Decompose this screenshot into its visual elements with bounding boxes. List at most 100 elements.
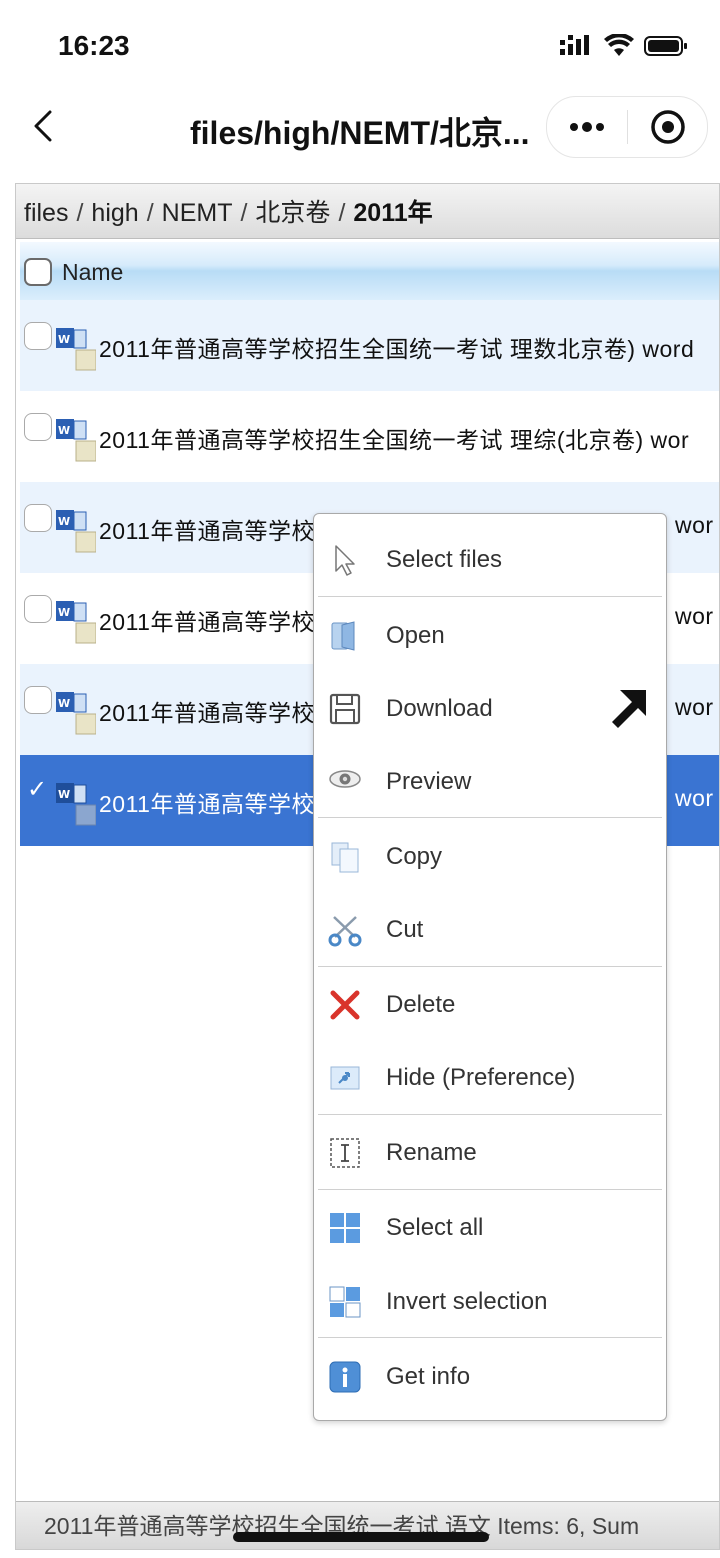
file-name: 2011年普通高等学校 xyxy=(99,791,315,817)
menu-item-rename[interactable]: Rename xyxy=(314,1121,666,1183)
select-all-checkbox[interactable] xyxy=(24,258,52,286)
close-mini-program-button[interactable] xyxy=(628,97,707,157)
menu-divider xyxy=(318,1189,662,1190)
name-column-header[interactable]: Name xyxy=(62,259,123,286)
menu-label: Get info xyxy=(386,1363,471,1390)
select-all-icon xyxy=(330,1213,360,1243)
rename-icon xyxy=(330,1138,360,1168)
menu-divider xyxy=(318,1114,662,1115)
eye-icon xyxy=(329,770,361,788)
menu-divider xyxy=(318,596,662,597)
menu-label: Cut xyxy=(386,916,424,943)
delete-x-icon xyxy=(330,990,360,1020)
svg-text:W: W xyxy=(58,424,70,437)
svg-text:W: W xyxy=(58,788,70,801)
open-folder-icon xyxy=(331,621,355,651)
floppy-disk-icon xyxy=(329,693,361,725)
context-menu: Select files Open Download Preview Copy xyxy=(313,513,667,1421)
svg-text:W: W xyxy=(58,697,70,710)
wifi-icon xyxy=(604,34,634,56)
battery-icon xyxy=(644,36,687,56)
breadcrumb-item[interactable]: 北京卷 xyxy=(255,199,330,227)
menu-label: Download xyxy=(386,695,493,722)
file-name: 2011年普通高等学校 xyxy=(99,609,315,635)
breadcrumb: files / high / NEMT / 北京卷/2011年 xyxy=(16,184,719,239)
file-name-tail: wor xyxy=(675,694,714,720)
breadcrumb-item[interactable]: NEMT xyxy=(162,199,233,227)
row-checkbox[interactable] xyxy=(24,322,52,350)
menu-label: Invert selection xyxy=(386,1288,548,1315)
breadcrumb-separator: / xyxy=(240,199,248,227)
file-name: 2011年普通高等学校招生全国统一考试 理综(北京卷) wor xyxy=(99,427,690,453)
status-time: 16:23 xyxy=(58,30,130,61)
breadcrumb-item[interactable]: high xyxy=(91,199,138,227)
word-document-icon: W xyxy=(56,419,96,462)
mini-program-capsule xyxy=(546,96,708,158)
svg-text:W: W xyxy=(58,606,70,619)
word-document-icon: W xyxy=(56,692,96,735)
menu-label: Copy xyxy=(386,843,443,870)
menu-label: Rename xyxy=(386,1139,477,1166)
file-name-tail: wor xyxy=(675,512,714,538)
breadcrumb-separator: / xyxy=(76,199,84,227)
more-button[interactable] xyxy=(547,97,627,157)
menu-item-select-files[interactable]: Select files xyxy=(314,528,666,590)
breadcrumb-item[interactable]: files xyxy=(24,199,68,227)
breadcrumb-current: 2011年 xyxy=(353,199,433,227)
row-checkbox[interactable] xyxy=(24,595,52,623)
word-document-icon: W xyxy=(56,783,96,826)
info-icon xyxy=(329,1361,361,1393)
pointer-icon xyxy=(335,545,355,576)
menu-item-delete[interactable]: Delete xyxy=(314,973,666,1035)
menu-label: Select files xyxy=(386,546,503,573)
status-icons xyxy=(560,34,688,58)
menu-item-copy[interactable]: Copy xyxy=(314,825,666,887)
back-arrow-icon[interactable] xyxy=(24,106,64,146)
more-dots-icon xyxy=(570,122,604,132)
menu-item-open[interactable]: Open xyxy=(314,604,666,666)
status-bar: 16:23 xyxy=(0,0,720,90)
menu-label: Select all xyxy=(386,1214,484,1241)
row-checkbox[interactable] xyxy=(24,504,52,532)
file-name-tail: wor xyxy=(675,603,714,629)
row-checkbox[interactable] xyxy=(24,686,52,714)
file-row[interactable]: W 2011年普通高等学校招生全国统一考试 理综(北京卷) wor xyxy=(20,391,719,482)
breadcrumb-separator: / xyxy=(338,199,346,227)
word-document-icon: W xyxy=(56,510,96,553)
copy-icon xyxy=(331,842,359,873)
menu-divider xyxy=(318,1337,662,1338)
file-name-tail: wor xyxy=(675,785,714,811)
row-checkmark-icon[interactable]: ✓ xyxy=(24,777,50,803)
breadcrumb-separator: / xyxy=(146,199,154,227)
file-row[interactable]: W 2011年普通高等学校招生全国统一考试 理数北京卷) word xyxy=(20,300,719,391)
invert-selection-icon xyxy=(329,1286,361,1318)
menu-divider xyxy=(318,817,662,818)
menu-label: Hide (Preference) xyxy=(386,1064,576,1091)
menu-item-select-all[interactable]: Select all xyxy=(314,1196,666,1258)
word-document-icon: W xyxy=(56,601,96,644)
menu-divider xyxy=(318,966,662,967)
file-name: 2011年普通高等学校招生全国统一考试 理数北京卷) word xyxy=(99,336,695,362)
menu-label: Preview xyxy=(386,768,472,795)
file-name: 2011年普通高等学校 xyxy=(99,518,315,544)
file-name: 2011年普通高等学校 xyxy=(99,700,315,726)
menu-item-hide[interactable]: Hide (Preference) xyxy=(314,1046,666,1108)
nav-title: files/high/NEMT/北京... xyxy=(190,115,530,151)
cellular-signal-icon xyxy=(560,35,589,55)
menu-item-invert-selection[interactable]: Invert selection xyxy=(314,1270,666,1332)
menu-item-cut[interactable]: Cut xyxy=(314,898,666,960)
menu-item-preview[interactable]: Preview xyxy=(314,750,666,812)
svg-text:W: W xyxy=(58,515,70,528)
menu-label: Delete xyxy=(386,991,456,1018)
home-indicator xyxy=(233,1532,489,1542)
list-header: Name xyxy=(20,242,719,300)
word-document-icon: W xyxy=(56,328,96,371)
scissors-icon xyxy=(328,916,362,947)
cursor-arrow-icon xyxy=(612,690,646,728)
menu-item-get-info[interactable]: Get info xyxy=(314,1345,666,1407)
row-checkbox[interactable] xyxy=(24,413,52,441)
nav-bar: files/high/NEMT/北京... xyxy=(0,90,720,170)
svg-text:W: W xyxy=(58,333,70,346)
hide-icon xyxy=(330,1066,360,1090)
menu-label: Open xyxy=(386,622,445,649)
